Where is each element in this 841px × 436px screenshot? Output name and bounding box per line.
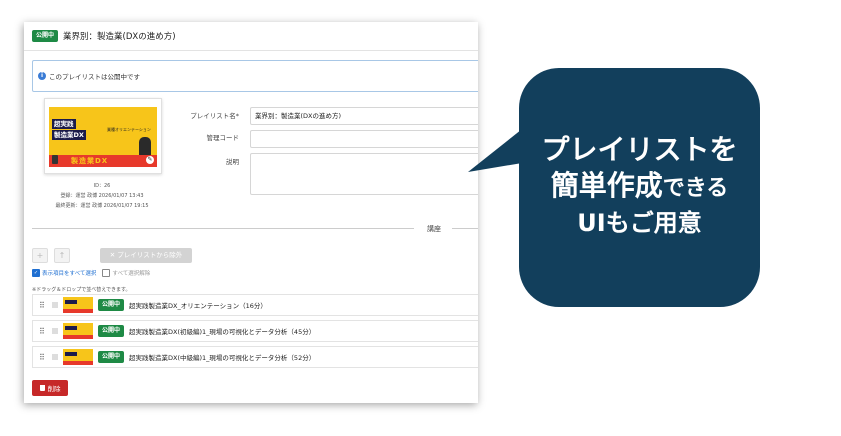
callout-line3: UIもご用意 <box>577 209 702 237</box>
callout-line1: プレイリストを <box>541 133 738 166</box>
callout-text: プレイリストを 簡単作成できる UIもご用意 <box>519 132 760 239</box>
callout-line2-small: できる <box>662 176 729 201</box>
callout-line2: 簡単作成できる <box>519 168 760 207</box>
callout-line2-big: 簡単作成 <box>550 169 663 202</box>
